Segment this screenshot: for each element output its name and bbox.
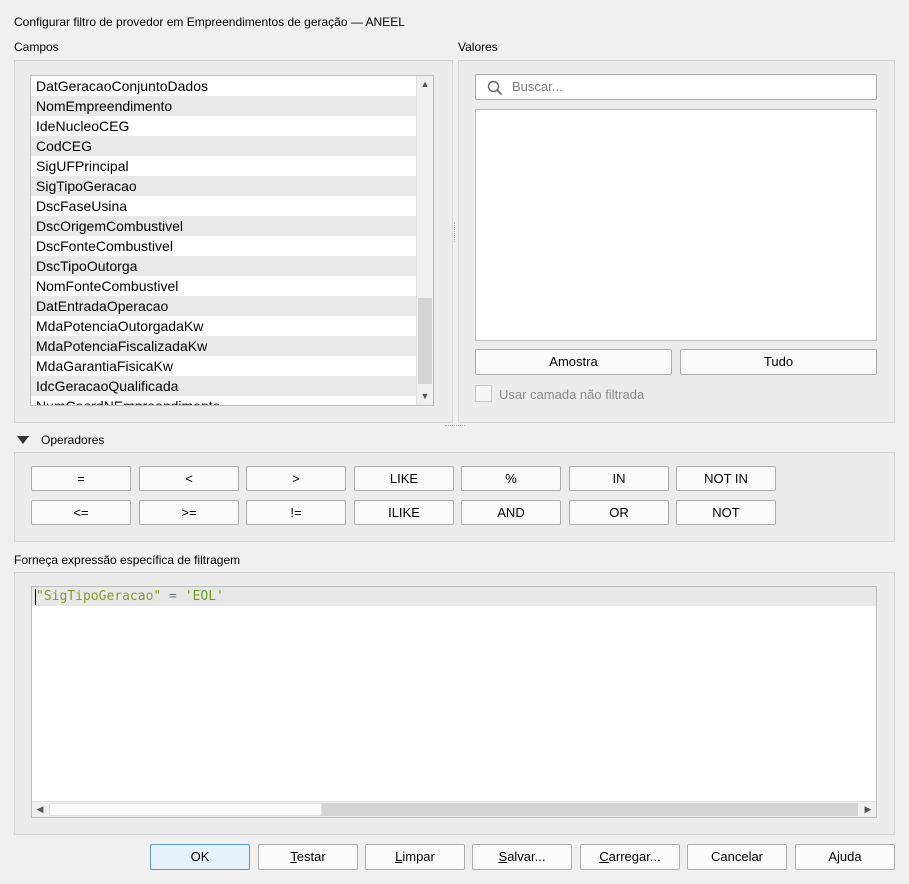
operator-button[interactable]: > [246, 466, 346, 491]
expression-value-token: 'EOL' [184, 589, 224, 604]
operator-button[interactable]: LIKE [354, 466, 454, 491]
field-list-item[interactable]: MdaPotenciaOutorgadaKw [31, 316, 417, 336]
ok-button[interactable]: OK [150, 844, 250, 870]
field-list-item[interactable]: SigUFPrincipal [31, 156, 417, 176]
operator-button[interactable]: IN [569, 466, 669, 491]
operator-button[interactable]: ILIKE [354, 500, 454, 525]
load-button[interactable]: Carregar... [580, 844, 680, 870]
values-search-field[interactable]: Buscar... [475, 74, 877, 100]
fields-label: Campos [14, 40, 59, 54]
scroll-right-icon[interactable]: ▶ [860, 802, 876, 817]
expression-field-token: "SigTipoGeracao" [36, 589, 162, 604]
field-list-item[interactable]: IdeNucleoCEG [31, 116, 417, 136]
scroll-up-icon[interactable]: ▲ [417, 76, 433, 93]
search-icon [487, 80, 503, 96]
field-list-item[interactable]: DatEntradaOperacao [31, 296, 417, 316]
scroll-left-icon[interactable]: ◀ [32, 802, 48, 817]
hscroll-thumb[interactable] [49, 803, 322, 816]
scroll-thumb[interactable] [418, 298, 432, 384]
expression-operator-token: = [161, 589, 185, 604]
load-mnemonic: C [599, 849, 609, 864]
field-list-item[interactable]: SigTipoGeracao [31, 176, 417, 196]
test-label: estar [296, 849, 326, 864]
expression-label: Forneça expressão específica de filtrage… [14, 553, 241, 567]
operator-button[interactable]: != [246, 500, 346, 525]
sample-button[interactable]: Amostra [475, 349, 672, 375]
save-label: alvar... [507, 849, 546, 864]
cancel-button[interactable]: Cancelar [687, 844, 787, 870]
load-label: arregar... [608, 849, 661, 864]
field-list-item[interactable]: NomFonteCombustivel [31, 276, 417, 296]
field-list-item[interactable]: NomEmpreendimento [31, 96, 417, 116]
unfiltered-layer-checkbox[interactable] [475, 385, 492, 402]
operator-button[interactable]: = [31, 466, 131, 491]
field-list-item[interactable]: CodCEG [31, 136, 417, 156]
values-list[interactable] [475, 109, 877, 341]
field-list-item[interactable]: MdaGarantiaFisicaKw [31, 356, 417, 376]
expression-editor[interactable]: "SigTipoGeracao" = 'EOL' ◀ ▶ [31, 586, 877, 818]
field-list-item[interactable]: NumCoordNEmpreendimento [31, 396, 417, 405]
field-list-item[interactable]: DscTipoOutorga [31, 256, 417, 276]
field-list-item[interactable]: IdcGeracaoQualificada [31, 376, 417, 396]
scroll-down-icon[interactable]: ▼ [417, 388, 433, 405]
expression-code: "SigTipoGeracao" = 'EOL' [36, 588, 224, 606]
field-list-item[interactable]: DscFaseUsina [31, 196, 417, 216]
test-button[interactable]: Testar [258, 844, 358, 870]
values-label: Valores [458, 40, 498, 54]
save-mnemonic: S [498, 849, 508, 864]
dialog-title: Configurar filtro de provedor em Empreen… [14, 15, 405, 29]
collapse-triangle-icon[interactable] [16, 435, 30, 445]
all-button[interactable]: Tudo [680, 349, 877, 375]
clear-button[interactable]: Limpar [365, 844, 465, 870]
operator-button[interactable]: <= [31, 500, 131, 525]
unfiltered-layer-label: Usar camada não filtrada [499, 387, 645, 402]
field-list-item[interactable]: DscOrigemCombustivel [31, 216, 417, 236]
operator-button[interactable]: OR [569, 500, 669, 525]
hscroll-track[interactable] [322, 803, 858, 816]
operator-button[interactable]: % [461, 466, 561, 491]
help-button[interactable]: Ajuda [795, 844, 895, 870]
search-placeholder: Buscar... [512, 79, 563, 94]
operator-button[interactable]: >= [139, 500, 239, 525]
field-list-item[interactable]: MdaPotenciaFiscalizadaKw [31, 336, 417, 356]
operator-button[interactable]: NOT [676, 500, 776, 525]
operators-label: Operadores [41, 433, 105, 447]
operator-button[interactable]: AND [461, 500, 561, 525]
expression-hscrollbar[interactable]: ◀ ▶ [32, 801, 876, 817]
clear-label: impar [402, 849, 435, 864]
field-list-scrollbar[interactable]: ▲ ▼ [416, 76, 433, 405]
splitter-horizontal-handle[interactable] [445, 425, 465, 428]
field-list[interactable]: DatGeracaoConjuntoDados NomEmpreendimento… [30, 75, 434, 406]
field-list-item[interactable]: DatGeracaoConjuntoDados [31, 76, 417, 96]
operator-button[interactable]: < [139, 466, 239, 491]
field-rows: DatGeracaoConjuntoDados NomEmpreendimento… [31, 76, 417, 405]
save-button[interactable]: Salvar... [472, 844, 572, 870]
field-list-item[interactable]: DscFonteCombustivel [31, 236, 417, 256]
operator-button[interactable]: NOT IN [676, 466, 776, 491]
